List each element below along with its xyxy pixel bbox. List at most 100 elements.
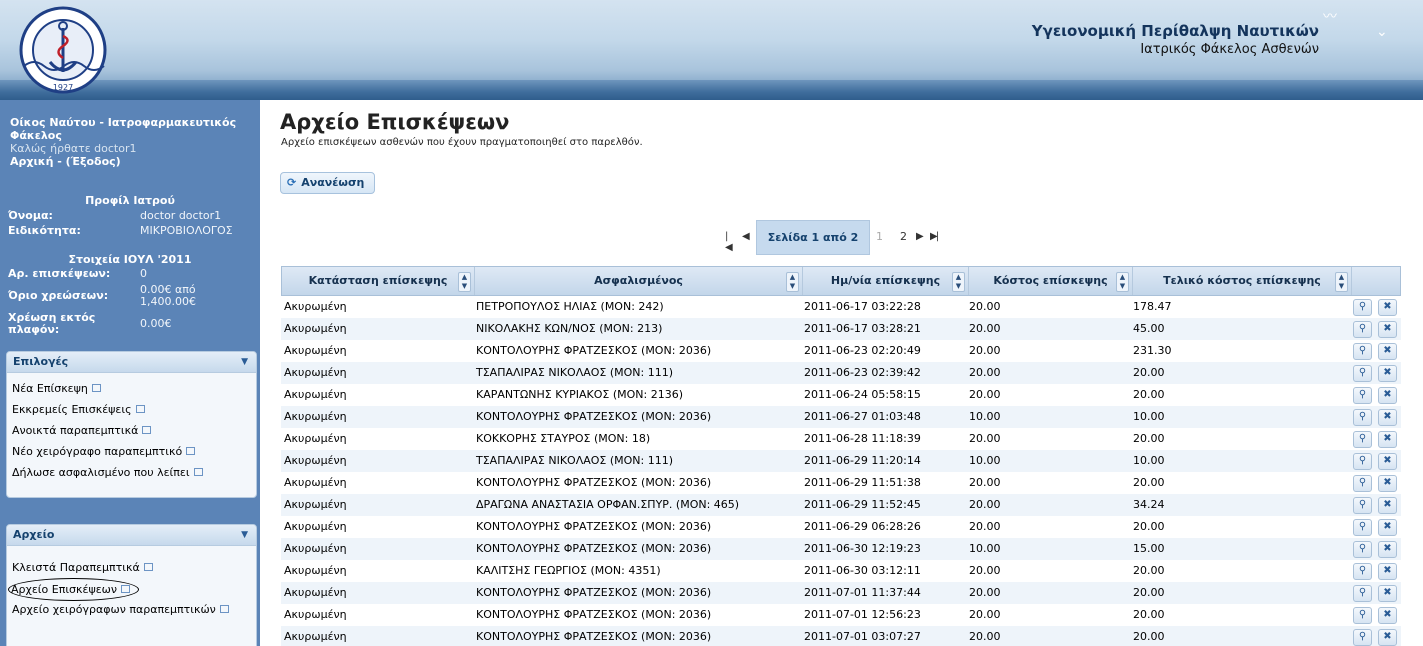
delete-icon[interactable]: ✖ <box>1378 365 1397 382</box>
search-icon[interactable]: ⚲ <box>1353 343 1372 360</box>
delete-icon[interactable]: ✖ <box>1378 585 1397 602</box>
menu-item-open-referrals[interactable]: Ανοικτά παραπεμπτικά <box>7 420 256 441</box>
archive-panel-header[interactable]: Αρχείο ▼ <box>7 525 256 546</box>
cell-insured: ΤΣΑΠΑΛΙΡΑΣ ΝΙΚΟΛΑΟΣ (ΜΟΝ: 111) <box>476 454 674 467</box>
column-header-final-cost[interactable]: Τελικό κόστος επίσκεψης ▲ ▼ <box>1133 267 1352 295</box>
delete-icon[interactable]: ✖ <box>1378 497 1397 514</box>
page-link-2[interactable]: 2 <box>900 230 907 243</box>
sort-icon[interactable]: ▲ ▼ <box>458 272 471 292</box>
search-icon[interactable]: ⚲ <box>1353 387 1372 404</box>
cell-cost: 20.00 <box>969 564 1001 577</box>
table-row[interactable]: Ακυρωμένη ΤΣΑΠΑΛΙΡΑΣ ΝΙΚΟΛΑΟΣ (ΜΟΝ: 111) 2… <box>281 362 1401 384</box>
table-row[interactable]: Ακυρωμένη ΔΡΑΓΩΝΑ ΑΝΑΣΤΑΣΙΑ ΟΡΦΑΝ.ΣΠΥΡ. (… <box>281 494 1401 516</box>
table-row[interactable]: Ακυρωμένη ΚΑΛΙΤΣΗΣ ΓΕΩΡΓΙΟΣ (ΜΟΝ: 4351) 20… <box>281 560 1401 582</box>
delete-icon[interactable]: ✖ <box>1378 431 1397 448</box>
external-link-icon <box>219 605 229 613</box>
delete-icon[interactable]: ✖ <box>1378 299 1397 316</box>
table-row[interactable]: Ακυρωμένη ΚΟΝΤΟΛΟΥΡΗΣ ΦΡΑΤΖΕΣΚΟΣ (ΜΟΝ: 20… <box>281 406 1401 428</box>
search-icon[interactable]: ⚲ <box>1353 409 1372 426</box>
cell-date: 2011-06-24 05:58:15 <box>804 388 921 401</box>
menu-item-visits-archive[interactable]: Αρχείο Επισκέψεων <box>7 578 256 601</box>
collapse-caret-icon[interactable]: ▼ <box>241 525 248 545</box>
sort-icon[interactable]: ▲ ▼ <box>786 272 799 292</box>
last-page-icon[interactable]: ▶| <box>930 231 939 242</box>
search-icon[interactable]: ⚲ <box>1353 497 1372 514</box>
delete-icon[interactable]: ✖ <box>1378 387 1397 404</box>
cell-cost: 10.00 <box>969 542 1001 555</box>
search-icon[interactable]: ⚲ <box>1353 585 1372 602</box>
search-icon[interactable]: ⚲ <box>1353 541 1372 558</box>
cell-status: Ακυρωμένη <box>284 366 347 379</box>
prev-page-icon[interactable]: ◀ <box>742 231 750 242</box>
table-row[interactable]: Ακυρωμένη ΚΟΝΤΟΛΟΥΡΗΣ ΦΡΑΤΖΕΣΚΟΣ (ΜΟΝ: 20… <box>281 626 1401 646</box>
search-icon[interactable]: ⚲ <box>1353 453 1372 470</box>
refresh-button[interactable]: ⟳ Ανανέωση <box>280 172 376 194</box>
cell-status: Ακυρωμένη <box>284 498 347 511</box>
delete-icon[interactable]: ✖ <box>1378 321 1397 338</box>
page-link-1[interactable]: 1 <box>876 230 883 243</box>
delete-icon[interactable]: ✖ <box>1378 409 1397 426</box>
external-link-icon <box>91 384 101 392</box>
search-icon[interactable]: ⚲ <box>1353 365 1372 382</box>
search-icon[interactable]: ⚲ <box>1353 607 1372 624</box>
table-row[interactable]: Ακυρωμένη ΚΟΚΚΟΡΗΣ ΣΤΑΥΡΟΣ (ΜΟΝ: 18) 2011-… <box>281 428 1401 450</box>
table-row[interactable]: Ακυρωμένη ΚΟΝΤΟΛΟΥΡΗΣ ΦΡΑΤΖΕΣΚΟΣ (ΜΟΝ: 20… <box>281 516 1401 538</box>
column-header-status[interactable]: Κατάσταση επίσκεψης ▲ ▼ <box>282 267 475 295</box>
cell-final-cost: 10.00 <box>1133 454 1165 467</box>
search-icon[interactable]: ⚲ <box>1353 321 1372 338</box>
delete-icon[interactable]: ✖ <box>1378 519 1397 536</box>
logout-link[interactable]: (Έξοδος) <box>66 155 121 168</box>
menu-item-declare-missing-insured[interactable]: Δήλωσε ασφαλισμένο που λείπει <box>7 462 256 483</box>
cell-insured: ΠΕΤΡΟΠΟΥΛΟΣ ΗΛΙΑΣ (ΜΟΝ: 242) <box>476 300 664 313</box>
table-row[interactable]: Ακυρωμένη ΚΑΡΑΝΤΩΝΗΣ ΚΥΡΙΑΚΟΣ (ΜΟΝ: 2136)… <box>281 384 1401 406</box>
search-icon[interactable]: ⚲ <box>1353 629 1372 646</box>
cell-status: Ακυρωμένη <box>284 454 347 467</box>
external-link-icon <box>193 468 203 476</box>
delete-icon[interactable]: ✖ <box>1378 563 1397 580</box>
stats-limit-label: Όριο χρεώσεων: <box>8 289 109 302</box>
search-icon[interactable]: ⚲ <box>1353 299 1372 316</box>
table-row[interactable]: Ακυρωμένη ΝΙΚΟΛΑΚΗΣ ΚΩΝ/ΝΟΣ (ΜΟΝ: 213) 201… <box>281 318 1401 340</box>
column-header-insured[interactable]: Ασφαλισμένος ▲ ▼ <box>475 267 803 295</box>
search-icon[interactable]: ⚲ <box>1353 519 1372 536</box>
sort-icon[interactable]: ▲ ▼ <box>952 272 965 292</box>
cell-date: 2011-07-01 12:56:23 <box>804 608 921 621</box>
cell-insured: ΚΟΝΤΟΛΟΥΡΗΣ ΦΡΑΤΖΕΣΚΟΣ (ΜΟΝ: 2036) <box>476 542 712 555</box>
cell-cost: 10.00 <box>969 454 1001 467</box>
delete-icon[interactable]: ✖ <box>1378 607 1397 624</box>
sort-icon[interactable]: ▲ ▼ <box>1335 272 1348 292</box>
collapse-caret-icon[interactable]: ▼ <box>241 352 248 372</box>
cell-final-cost: 20.00 <box>1133 630 1165 643</box>
menu-item-pending-visits[interactable]: Εκκρεμείς Επισκέψεις <box>7 399 256 420</box>
delete-icon[interactable]: ✖ <box>1378 475 1397 492</box>
sort-icon[interactable]: ▲ ▼ <box>1116 272 1129 292</box>
external-link-icon <box>143 563 153 571</box>
options-panel-header[interactable]: Επιλογές ▼ <box>7 352 256 373</box>
table-row[interactable]: Ακυρωμένη ΚΟΝΤΟΛΟΥΡΗΣ ΦΡΑΤΖΕΣΚΟΣ (ΜΟΝ: 20… <box>281 538 1401 560</box>
search-icon[interactable]: ⚲ <box>1353 475 1372 492</box>
delete-icon[interactable]: ✖ <box>1378 453 1397 470</box>
search-icon[interactable]: ⚲ <box>1353 563 1372 580</box>
column-header-cost[interactable]: Κόστος επίσκεψης ▲ ▼ <box>969 267 1133 295</box>
stats-over-label: Χρέωση εκτός πλαφόν: <box>8 311 96 336</box>
home-link[interactable]: Αρχική <box>10 155 53 168</box>
first-page-icon[interactable]: |◀ <box>725 231 733 253</box>
menu-item-new-visit[interactable]: Νέα Επίσκεψη <box>7 378 256 399</box>
table-row[interactable]: Ακυρωμένη ΠΕΤΡΟΠΟΥΛΟΣ ΗΛΙΑΣ (ΜΟΝ: 242) 201… <box>281 296 1401 318</box>
menu-item-handwritten-referrals-archive[interactable]: Αρχείο χειρόγραφων παραπεμπτικών <box>7 599 256 620</box>
column-header-date[interactable]: Ημ/νία επίσκεψης ▲ ▼ <box>803 267 969 295</box>
cell-date: 2011-06-17 03:28:21 <box>804 322 921 335</box>
cell-cost: 20.00 <box>969 344 1001 357</box>
search-icon[interactable]: ⚲ <box>1353 431 1372 448</box>
table-row[interactable]: Ακυρωμένη ΚΟΝΤΟΛΟΥΡΗΣ ΦΡΑΤΖΕΣΚΟΣ (ΜΟΝ: 20… <box>281 340 1401 362</box>
table-row[interactable]: Ακυρωμένη ΚΟΝΤΟΛΟΥΡΗΣ ΦΡΑΤΖΕΣΚΟΣ (ΜΟΝ: 20… <box>281 472 1401 494</box>
delete-icon[interactable]: ✖ <box>1378 343 1397 360</box>
table-row[interactable]: Ακυρωμένη ΤΣΑΠΑΛΙΡΑΣ ΝΙΚΟΛΑΟΣ (ΜΟΝ: 111) 2… <box>281 450 1401 472</box>
menu-item-new-handwritten-referral[interactable]: Νέο χειρόγραφο παραπεμπτικό <box>7 441 256 462</box>
delete-icon[interactable]: ✖ <box>1378 629 1397 646</box>
table-row[interactable]: Ακυρωμένη ΚΟΝΤΟΛΟΥΡΗΣ ΦΡΑΤΖΕΣΚΟΣ (ΜΟΝ: 20… <box>281 604 1401 626</box>
menu-item-closed-referrals[interactable]: Κλειστά Παραπεμπτικά <box>7 557 256 578</box>
delete-icon[interactable]: ✖ <box>1378 541 1397 558</box>
table-row[interactable]: Ακυρωμένη ΚΟΝΤΟΛΟΥΡΗΣ ΦΡΑΤΖΕΣΚΟΣ (ΜΟΝ: 20… <box>281 582 1401 604</box>
next-page-icon[interactable]: ▶ <box>916 231 924 242</box>
